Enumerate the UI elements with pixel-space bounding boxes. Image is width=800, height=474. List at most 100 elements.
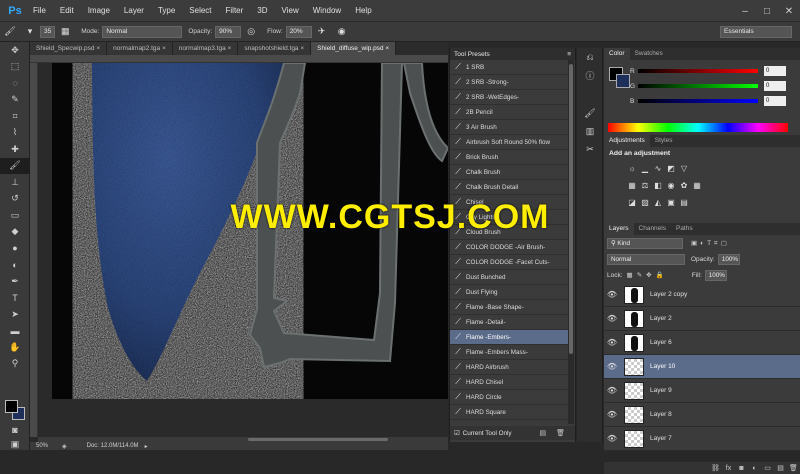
- mask-icon[interactable]: ◙: [735, 465, 748, 472]
- hue-saturation-icon[interactable]: ▦: [626, 180, 638, 191]
- fill-field[interactable]: 100%: [704, 269, 727, 281]
- tab-adjustments[interactable]: Adjustments: [604, 135, 650, 147]
- move-tool-icon[interactable]: ✥: [0, 42, 30, 59]
- trash-icon[interactable]: 🗑: [787, 464, 800, 472]
- layer-filter-icons[interactable]: ▣◐T⌗▢: [691, 239, 730, 248]
- layer-opacity-field[interactable]: 100%: [717, 253, 740, 265]
- menu-3d[interactable]: 3D: [250, 6, 274, 15]
- channel-mixer-icon[interactable]: ✿: [678, 180, 690, 191]
- green-slider[interactable]: [638, 84, 758, 88]
- list-item[interactable]: ⟋ COLOR DODGE -Air Brush-: [450, 240, 568, 255]
- visibility-eye-icon[interactable]: 👁: [604, 314, 620, 323]
- layer-name[interactable]: Layer 10: [650, 363, 675, 370]
- current-tool-only-label[interactable]: Current Tool Only: [463, 430, 512, 437]
- list-item[interactable]: ⟋ HARD Chisel: [450, 375, 568, 390]
- threshold-icon[interactable]: ◭: [652, 197, 664, 208]
- layer-row[interactable]: 👁 Layer 10: [604, 355, 800, 379]
- paint-bucket-tool-icon[interactable]: ◆: [0, 224, 30, 241]
- layer-row[interactable]: 👁 Layer 8: [604, 403, 800, 427]
- close-icon[interactable]: ✕: [778, 6, 800, 17]
- close-tab-icon[interactable]: ×: [226, 45, 232, 52]
- list-item[interactable]: ⟋ Flame -Embers Mass-: [450, 345, 568, 360]
- posterize-icon[interactable]: ▨: [639, 197, 651, 208]
- list-item[interactable]: ⟋ Flame -Embers-: [450, 330, 568, 345]
- healing-brush-tool-icon[interactable]: ✚: [0, 141, 30, 158]
- list-item[interactable]: ⟋ Dust Flying: [450, 285, 568, 300]
- link-icon[interactable]: ⛓: [709, 464, 722, 472]
- visibility-eye-icon[interactable]: 👁: [604, 290, 620, 299]
- quick-select-tool-icon[interactable]: ✎: [0, 92, 30, 109]
- layer-name[interactable]: Layer 7: [650, 435, 672, 442]
- layer-name[interactable]: Layer 6: [650, 339, 672, 346]
- checkbox-icon[interactable]: ☑: [454, 430, 460, 437]
- airbrush-icon[interactable]: ✈: [315, 25, 329, 39]
- menu-file[interactable]: File: [26, 6, 53, 15]
- layer-row[interactable]: 👁 Layer 6: [604, 331, 800, 355]
- visibility-eye-icon[interactable]: 👁: [604, 362, 620, 371]
- blend-mode-select[interactable]: Normal: [607, 253, 685, 265]
- adjustment-layer-icon[interactable]: ◐: [748, 465, 761, 472]
- blur-tool-icon[interactable]: ●: [0, 240, 30, 257]
- blue-value[interactable]: 0: [764, 96, 786, 106]
- chevron-down-icon[interactable]: ▾: [23, 25, 37, 39]
- path-select-tool-icon[interactable]: ➤: [0, 306, 30, 323]
- status-icon[interactable]: ◈: [62, 443, 67, 450]
- green-value[interactable]: 0: [764, 81, 786, 91]
- list-item[interactable]: ⟋ HARD Airbrush: [450, 360, 568, 375]
- flow-field[interactable]: 20%: [285, 25, 312, 38]
- list-item[interactable]: ⟋ 3 Air Brush: [450, 120, 568, 135]
- gradient-map-icon[interactable]: ▤: [678, 197, 690, 208]
- tab-channels[interactable]: Channels: [634, 223, 671, 235]
- list-item[interactable]: ⟋ Flame -Base Shape-: [450, 300, 568, 315]
- group-icon[interactable]: ▭: [761, 464, 774, 472]
- layer-name[interactable]: Layer 8: [650, 411, 672, 418]
- visibility-eye-icon[interactable]: 👁: [604, 386, 620, 395]
- crop-tool-icon[interactable]: ⌗: [0, 108, 30, 125]
- tool-presets-scrollbar[interactable]: [568, 60, 574, 424]
- workspace-select[interactable]: Essentials: [720, 26, 792, 38]
- visibility-eye-icon[interactable]: 👁: [604, 338, 620, 347]
- tab-paths[interactable]: Paths: [671, 223, 698, 235]
- document-tab[interactable]: Shield_Specwip.psd ×: [30, 42, 108, 55]
- brush-presets-icon[interactable]: ▥: [577, 122, 603, 140]
- list-item[interactable]: ⟋ COLOR DODGE -Facet Cuts-: [450, 255, 568, 270]
- new-preset-icon[interactable]: ▤: [540, 429, 547, 437]
- background-color-swatch[interactable]: [616, 74, 630, 88]
- visibility-eye-icon[interactable]: 👁: [604, 434, 620, 443]
- layer-row[interactable]: 👁 Layer 7: [604, 427, 800, 451]
- opacity-field[interactable]: 90%: [215, 25, 242, 38]
- layer-name[interactable]: Layer 9: [650, 387, 672, 394]
- photo-filter-icon[interactable]: ◉: [665, 180, 677, 191]
- list-item[interactable]: ⟋ HARD Square: [450, 405, 568, 420]
- menu-select[interactable]: Select: [182, 6, 218, 15]
- clone-stamp-tool-icon[interactable]: ⊥: [0, 174, 30, 191]
- tab-layers[interactable]: Layers: [604, 223, 634, 235]
- vibrance-icon[interactable]: ▽: [678, 163, 690, 174]
- levels-icon[interactable]: ▁: [639, 163, 651, 174]
- pen-tool-icon[interactable]: ✒: [0, 273, 30, 290]
- list-item[interactable]: ⟋ 2 SRB -WetEdges-: [450, 90, 568, 105]
- mode-select[interactable]: Normal: [102, 25, 183, 38]
- tab-color[interactable]: Color: [604, 48, 630, 60]
- properties-icon[interactable]: ⓘ: [577, 66, 603, 84]
- selective-color-icon[interactable]: ▣: [665, 197, 677, 208]
- document-tab[interactable]: normalmap3.tga ×: [172, 42, 239, 55]
- screen-mode-icon[interactable]: ▣: [0, 436, 30, 453]
- brush-tool-icon[interactable]: 🖌: [3, 25, 17, 39]
- color-swatches[interactable]: [5, 400, 27, 422]
- list-item[interactable]: ⟋ 2B Pencil: [450, 105, 568, 120]
- zoom-tool-icon[interactable]: ⚲: [0, 356, 30, 373]
- maximize-icon[interactable]: □: [756, 6, 778, 17]
- dodge-tool-icon[interactable]: ◐: [0, 257, 30, 274]
- shape-tool-icon[interactable]: ▬: [0, 323, 30, 340]
- eyedropper-tool-icon[interactable]: ⌇: [0, 125, 30, 142]
- tab-swatches[interactable]: Swatches: [630, 48, 668, 60]
- invert-icon[interactable]: ◪: [626, 197, 638, 208]
- menu-layer[interactable]: Layer: [117, 6, 151, 15]
- layer-row[interactable]: 👁 Layer 2 copy: [604, 283, 800, 307]
- tool-presets-icon[interactable]: ✂: [577, 140, 603, 158]
- color-lookup-icon[interactable]: ▦: [691, 180, 703, 191]
- history-brush-tool-icon[interactable]: ↺: [0, 191, 30, 208]
- list-item[interactable]: ⟋ Dust Bunched: [450, 270, 568, 285]
- type-tool-icon[interactable]: T: [0, 290, 30, 307]
